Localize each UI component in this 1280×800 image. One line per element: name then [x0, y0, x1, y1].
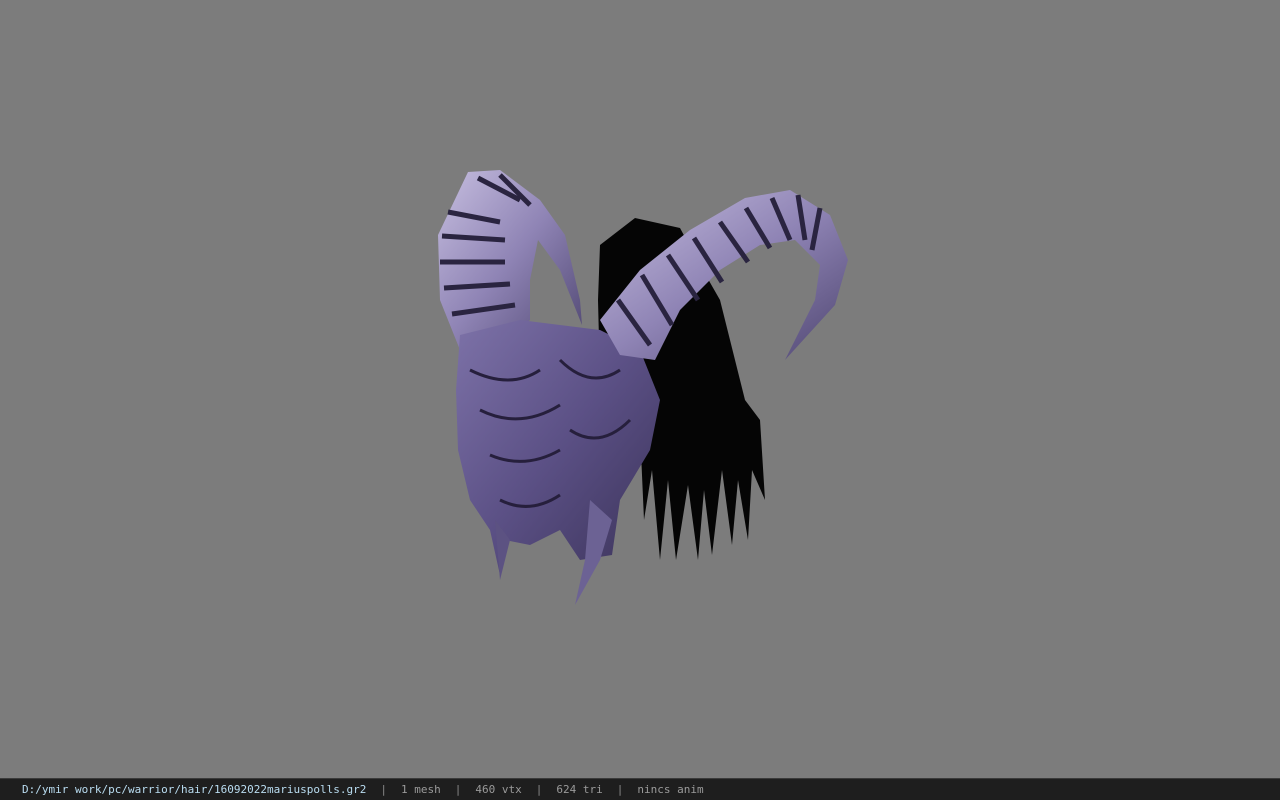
animation-status: nincs anim: [637, 783, 704, 796]
skull-mask: [456, 320, 660, 605]
separator: |: [535, 783, 543, 796]
horned-helmet-model: [438, 170, 848, 605]
file-path: D:/ymir work/pc/warrior/hair/16092022mar…: [22, 783, 367, 796]
vertex-count: 460 vtx: [475, 783, 522, 796]
triangle-count: 624 tri: [556, 783, 603, 796]
separator: |: [380, 783, 387, 796]
model-viewport[interactable]: [0, 0, 1280, 778]
separator: |: [616, 783, 624, 796]
separator: |: [454, 783, 462, 796]
status-bar: D:/ymir work/pc/warrior/hair/16092022mar…: [0, 778, 1280, 800]
mesh-count: 1 mesh: [401, 783, 441, 796]
